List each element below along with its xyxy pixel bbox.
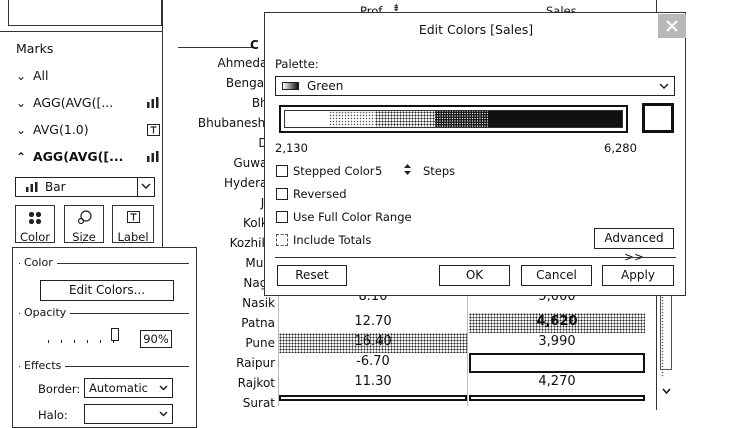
profit-cell[interactable]: 11.30 [279, 373, 467, 393]
profit-cell[interactable] [279, 395, 467, 401]
city-label: Rajkot [237, 376, 275, 390]
effects-section-label: Effects [20, 359, 66, 372]
halo-select[interactable] [84, 404, 173, 424]
chevron-up-icon: ⌃ [16, 150, 27, 164]
edit-colors-dialog: Edit Colors [Sales] Palette: Green 2,130… [264, 12, 686, 296]
marks-title: Marks [16, 41, 54, 56]
city-label: Patna [241, 316, 275, 330]
stepped-color-checkbox[interactable] [276, 165, 288, 177]
palette-label: Palette: [275, 57, 319, 71]
range-max: 6,280 [604, 141, 637, 155]
reset-button[interactable]: Reset [277, 265, 347, 286]
city-label: Raipur [236, 356, 275, 370]
ramp-light [329, 111, 375, 127]
bar-chart-icon [147, 151, 159, 162]
marks-item-label: AGG(AVG([... [33, 95, 114, 110]
label-card-label: Label [117, 230, 149, 244]
chevron-down-icon: ⌄ [16, 123, 27, 137]
slider-handle[interactable] [111, 328, 119, 341]
steps-input[interactable]: 5 [375, 164, 382, 178]
size-card-label: Size [72, 230, 96, 244]
palette-value: Green [307, 79, 344, 93]
palette-select[interactable]: Green [275, 76, 675, 96]
city-label: Nasik [242, 296, 275, 310]
chevron-down-icon [659, 83, 669, 90]
ramp-dense [435, 111, 488, 127]
advanced-button[interactable]: Advanced >> [594, 228, 674, 264]
sales-cell[interactable]: 4,270 [469, 373, 645, 393]
dialog-divider [275, 257, 676, 258]
halo-label: Halo: [38, 408, 68, 422]
label-card[interactable]: Label [112, 205, 154, 244]
close-icon [666, 20, 678, 32]
bar-chart-icon [147, 97, 159, 108]
sales-cell[interactable] [469, 353, 645, 373]
steps-label: Steps [423, 164, 456, 178]
marks-agg-row-2[interactable]: ⌃ AGG(AVG([... [16, 149, 160, 171]
color-dots-icon [28, 211, 42, 225]
panel-separator [0, 31, 163, 32]
sales-cell[interactable]: 3,990 [469, 333, 645, 353]
full-range-label: Use Full Color Range [293, 210, 412, 224]
marks-avg-row[interactable]: ⌄ AVG(1.0) [16, 122, 160, 144]
chevron-down-icon [141, 183, 151, 190]
text-mark-icon [147, 124, 160, 136]
reversed-label: Reversed [293, 187, 347, 201]
palette-swatch-icon [282, 82, 299, 90]
edit-colors-button[interactable]: Edit Colors... [40, 280, 174, 301]
include-totals-checkbox[interactable] [276, 234, 288, 246]
marks-item-label: AVG(1.0) [33, 122, 89, 137]
stepped-color-label: Stepped Color [293, 164, 375, 178]
label-icon [127, 211, 140, 223]
shelf-box [8, 0, 162, 26]
chevron-down-icon[interactable] [662, 388, 671, 395]
reversed-checkbox[interactable] [276, 188, 288, 200]
sales-cell[interactable] [469, 395, 645, 401]
opacity-section-label: Opacity [20, 306, 71, 319]
marks-item-label: AGG(AVG([... [33, 149, 124, 164]
cancel-button[interactable]: Cancel [521, 265, 592, 286]
city-label: Pune [245, 336, 275, 350]
opacity-slider[interactable] [48, 328, 126, 344]
marks-agg-row-1[interactable]: ⌄ AGG(AVG([... [16, 95, 160, 117]
dialog-title: Edit Colors [Sales] [418, 22, 534, 37]
border-select-value: Automatic [89, 381, 148, 395]
city-label: Surat [242, 396, 275, 410]
stepper-icon[interactable] [403, 163, 412, 176]
profit-cell[interactable]: -6.70 [279, 353, 467, 373]
color-ramp[interactable] [279, 105, 628, 133]
include-totals-label: Include Totals [293, 233, 372, 247]
full-range-checkbox[interactable] [276, 211, 288, 223]
color-swatch-end[interactable] [642, 103, 674, 133]
sales-cell[interactable]: 4,620 [469, 313, 645, 333]
border-select[interactable]: Automatic [84, 378, 173, 398]
size-card[interactable]: Size [64, 205, 104, 244]
mark-type-value: Bar [45, 180, 66, 194]
chevron-down-icon: ⌄ [16, 69, 27, 83]
apply-button[interactable]: Apply [602, 265, 674, 286]
profit-cell[interactable]: 12.70 [279, 313, 467, 333]
color-section-label: Color [20, 256, 57, 269]
ramp-gradient [284, 110, 623, 128]
ramp-mid [375, 111, 435, 127]
city-labels: Ahmedab Bengalu Bho Bhubaneshw De Guwah … [164, 0, 275, 428]
mark-type-select[interactable]: Bar [15, 177, 155, 197]
marks-item-label: All [33, 68, 49, 83]
color-card-label: Color [19, 230, 51, 244]
profit-cell[interactable]: 16.40 [279, 333, 467, 353]
range-min: 2,130 [275, 141, 308, 155]
bar-chart-icon [26, 182, 38, 192]
chevron-down-icon: ⌄ [16, 96, 27, 110]
ok-button[interactable]: OK [439, 265, 510, 286]
border-label: Border: [38, 382, 81, 396]
size-icon [77, 210, 92, 225]
table-divider [467, 296, 468, 406]
color-card[interactable]: Color [15, 205, 55, 244]
marks-all-row[interactable]: ⌄ All [16, 68, 160, 90]
close-button[interactable] [658, 14, 686, 38]
dropdown-button[interactable] [137, 178, 154, 196]
